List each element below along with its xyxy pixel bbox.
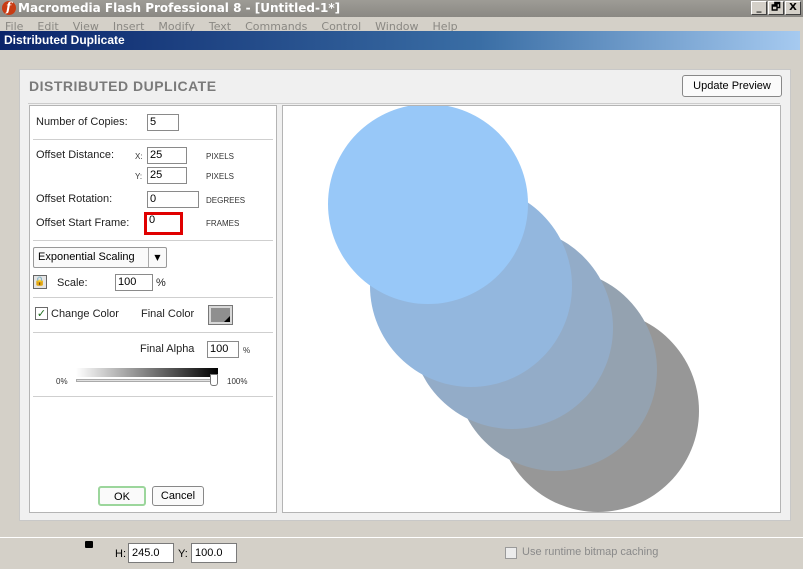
header-divider [28,103,780,104]
menu-file[interactable]: File [5,17,23,31]
minimize-button[interactable]: _ [751,1,767,15]
x-label: X: [135,152,143,161]
preview-pane [282,105,781,513]
color-swatch-fill [211,308,230,322]
scale-percent: % [156,277,166,289]
flash-app-icon [2,0,16,16]
cancel-button[interactable]: Cancel [152,486,204,506]
divider [33,297,273,298]
preview-circle [328,106,528,304]
scaling-dropdown[interactable]: Exponential Scaling ▼ [33,247,167,268]
pixels-unit-y: PIXELS [206,172,235,181]
copies-label: Number of Copies: [36,116,128,128]
final-alpha-input[interactable]: 100 [207,341,239,358]
y-label: Y: [135,172,143,181]
y-label: Y: [178,548,188,560]
rotation-input[interactable]: 0 [147,191,199,208]
scale-label: Scale: [57,277,88,289]
final-color-label: Final Color [141,308,195,320]
degrees-unit: DEGREES [206,196,246,205]
scale-input[interactable]: 100 [115,274,153,291]
frames-unit: FRAMES [206,219,240,228]
copies-input[interactable]: 5 [147,114,179,131]
preview-canvas [328,106,699,512]
panel-heading: DISTRIBUTED DUPLICATE [29,78,217,94]
menu-commands[interactable]: Commands [245,17,307,31]
alpha-percent: % [243,346,251,355]
alpha-slider-track[interactable] [76,379,218,382]
change-color-label[interactable]: Change Color [51,308,119,320]
app-title: Macromedia Flash Professional 8 - [Untit… [18,1,341,15]
final-color-swatch[interactable] [208,305,233,325]
offset-x-input[interactable]: 25 [147,147,187,164]
menu-insert[interactable]: Insert [113,17,145,31]
chevron-down-icon[interactable]: ▼ [148,248,166,267]
bitmap-caching-label: Use runtime bitmap caching [522,546,659,558]
window-controls: _ 🗗 X [751,1,801,15]
dialog-title-bar[interactable]: Distributed Duplicate [0,31,800,50]
dialog-panel: DISTRIBUTED DUPLICATE Update Preview Num… [19,69,791,521]
offset-rotation-label: Offset Rotation: [36,193,113,205]
menu-control[interactable]: Control [321,17,361,31]
pixels-unit-x: PIXELS [206,152,235,161]
menu-modify[interactable]: Modify [158,17,194,31]
menu-view[interactable]: View [73,17,99,31]
bitmap-caching-checkbox[interactable] [505,547,517,559]
menu-bar: File Edit View Insert Modify Text Comman… [0,17,803,31]
menu-text[interactable]: Text [209,17,231,31]
divider [33,332,273,333]
lock-icon [85,541,93,548]
lock-icon[interactable]: 🔒 [33,275,47,289]
divider [33,139,273,140]
ok-button[interactable]: OK [98,486,146,506]
property-bar: H: 245.0 Y: 100.0 Use runtime bitmap cac… [0,537,803,569]
alpha-min-label: 0% [56,377,68,386]
app-title-bar: Macromedia Flash Professional 8 - [Untit… [0,0,803,17]
update-preview-button[interactable]: Update Preview [682,75,782,97]
menu-edit[interactable]: Edit [37,17,58,31]
offset-y-input[interactable]: 25 [147,167,187,184]
menu-help[interactable]: Help [433,17,458,31]
offset-start-frame-label: Offset Start Frame: [36,217,130,229]
divider [33,396,273,397]
h-label: H: [115,548,126,560]
alpha-gradient [76,368,218,377]
close-button[interactable]: X [785,1,801,15]
restore-button[interactable]: 🗗 [768,1,784,15]
alpha-max-label: 100% [227,377,248,386]
divider [33,240,273,241]
menu-window[interactable]: Window [375,17,418,31]
change-color-checkbox[interactable]: ✓ [35,307,48,320]
dialog-body: DISTRIBUTED DUPLICATE Update Preview Num… [0,50,800,537]
scaling-selected: Exponential Scaling [38,251,135,263]
settings-pane: Number of Copies: 5 Offset Distance: X: … [29,105,277,513]
y-input[interactable]: 100.0 [191,543,237,563]
start-frame-input[interactable]: 0 [144,212,183,235]
height-input[interactable]: 245.0 [128,543,174,563]
final-alpha-label: Final Alpha [140,343,195,355]
dialog-title: Distributed Duplicate [4,33,125,47]
alpha-slider-handle[interactable] [210,374,218,386]
offset-distance-label: Offset Distance: [36,149,115,161]
